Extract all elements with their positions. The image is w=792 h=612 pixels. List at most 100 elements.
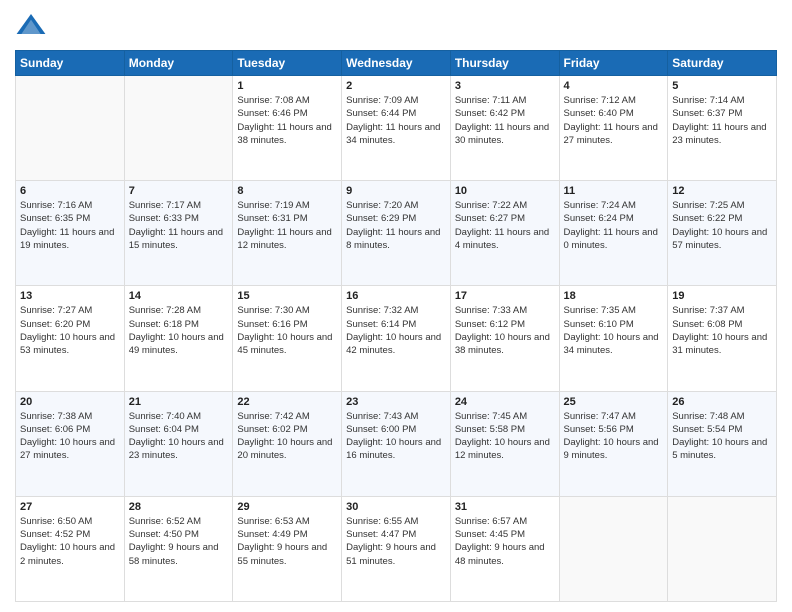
sunset-text: Sunset: 4:45 PM — [455, 529, 525, 540]
sunrise-text: Sunrise: 7:47 AM — [564, 411, 636, 422]
cell-content: Sunrise: 7:38 AM Sunset: 6:06 PM Daylight:… — [20, 410, 120, 463]
sunset-text: Sunset: 6:27 PM — [455, 213, 525, 224]
page: SundayMondayTuesdayWednesdayThursdayFrid… — [0, 0, 792, 612]
daylight-text: Daylight: 9 hours and 58 minutes. — [129, 542, 219, 566]
cell-content: Sunrise: 7:30 AMSunset: 6:16 PMDaylight:… — [237, 304, 337, 357]
cell-content: Sunrise: 7:22 AMSunset: 6:27 PMDaylight:… — [455, 199, 555, 252]
sunrise-text: Sunrise: 7:16 AM — [20, 200, 92, 211]
sunrise-text: Sunrise: 7:28 AM — [129, 305, 201, 316]
day-number: 3 — [455, 80, 555, 92]
sunset-text: Sunset: 6:12 PM — [455, 319, 525, 330]
day-number: 15 — [237, 290, 337, 302]
calendar-cell: 11Sunrise: 7:24 AMSunset: 6:24 PMDayligh… — [559, 181, 668, 286]
daylight-text: Daylight: 10 hours and 2 minutes. — [20, 542, 115, 566]
sunset-text: Sunset: 6:24 PM — [564, 213, 634, 224]
daylight-text: Daylight: 10 hours and 27 minutes. — [20, 437, 115, 461]
day-number: 29 — [237, 501, 337, 513]
sunrise-text: Sunrise: 6:50 AM — [20, 516, 92, 527]
daylight-text: Daylight: 11 hours and 15 minutes. — [129, 227, 223, 251]
sunset-text: Sunset: 5:54 PM — [672, 424, 742, 435]
sunset-text: Sunset: 5:58 PM — [455, 424, 525, 435]
sunset-text: Sunset: 6:37 PM — [672, 108, 742, 119]
daylight-text: Daylight: 10 hours and 20 minutes. — [237, 437, 332, 461]
day-number: 7 — [129, 185, 229, 197]
cell-content: Sunrise: 7:20 AM Sunset: 6:29 PM Daylight:… — [346, 199, 446, 252]
sunrise-text: Sunrise: 7:14 AM — [672, 95, 744, 106]
day-number: 19 — [672, 290, 772, 302]
sunrise-text: Sunrise: 7:43 AM — [346, 411, 418, 422]
sunrise-text: Sunrise: 7:42 AM — [237, 411, 309, 422]
calendar-cell: 16Sunrise: 7:32 AMSunset: 6:14 PMDayligh… — [342, 286, 451, 391]
sunset-text: Sunset: 6:00 PM — [346, 424, 416, 435]
calendar-cell — [668, 496, 777, 601]
sunset-text: Sunset: 6:33 PM — [129, 213, 199, 224]
sunrise-text: Sunrise: 7:20 AM — [346, 200, 418, 211]
sunrise-text: Sunrise: 6:52 AM — [129, 516, 201, 527]
day-number: 16 — [346, 290, 446, 302]
daylight-text: Daylight: 11 hours and 8 minutes. — [346, 227, 440, 251]
sunrise-text: Sunrise: 7:37 AM — [672, 305, 744, 316]
sunset-text: Sunset: 6:22 PM — [672, 213, 742, 224]
sunrise-text: Sunrise: 7:25 AM — [672, 200, 744, 211]
day-number: 14 — [129, 290, 229, 302]
sunset-text: Sunset: 6:06 PM — [20, 424, 90, 435]
sunset-text: Sunset: 4:47 PM — [346, 529, 416, 540]
day-number: 4 — [564, 80, 664, 92]
day-number: 2 — [346, 80, 446, 92]
cell-content: Sunrise: 7:48 AMSunset: 5:54 PMDaylight:… — [672, 410, 772, 463]
days-header-row: SundayMondayTuesdayWednesdayThursdayFrid… — [16, 51, 777, 76]
cell-content: Sunrise: 7:12 AMSunset: 6:40 PMDaylight:… — [564, 94, 664, 147]
daylight-text: Daylight: 10 hours and 9 minutes. — [564, 437, 659, 461]
sunset-text: Sunset: 6:29 PM — [346, 213, 416, 224]
calendar-cell: 17Sunrise: 7:33 AMSunset: 6:12 PMDayligh… — [450, 286, 559, 391]
day-number: 12 — [672, 185, 772, 197]
sunrise-text: Sunrise: 7:24 AM — [564, 200, 636, 211]
sunrise-text: Sunrise: 7:19 AM — [237, 200, 309, 211]
day-number: 11 — [564, 185, 664, 197]
calendar-cell: 10Sunrise: 7:22 AMSunset: 6:27 PMDayligh… — [450, 181, 559, 286]
cell-content: Sunrise: 7:37 AMSunset: 6:08 PMDaylight:… — [672, 304, 772, 357]
daylight-text: Daylight: 11 hours and 34 minutes. — [346, 122, 440, 146]
calendar-cell: 28Sunrise: 6:52 AMSunset: 4:50 PMDayligh… — [124, 496, 233, 601]
calendar-cell: 8Sunrise: 7:19 AMSunset: 6:31 PMDaylight… — [233, 181, 342, 286]
calendar-cell — [16, 76, 125, 181]
daylight-text: Daylight: 10 hours and 49 minutes. — [129, 332, 224, 356]
sunrise-text: Sunrise: 6:55 AM — [346, 516, 418, 527]
day-number: 9 — [346, 185, 446, 197]
sunrise-text: Sunrise: 7:45 AM — [455, 411, 527, 422]
day-number: 25 — [564, 396, 664, 408]
sunset-text: Sunset: 6:46 PM — [237, 108, 307, 119]
sunrise-text: Sunrise: 7:30 AM — [237, 305, 309, 316]
cell-content: Sunrise: 7:14 AMSunset: 6:37 PMDaylight:… — [672, 94, 772, 147]
sunrise-text: Sunrise: 7:38 AM — [20, 411, 92, 422]
daylight-text: Daylight: 10 hours and 34 minutes. — [564, 332, 659, 356]
sunset-text: Sunset: 6:20 PM — [20, 319, 90, 330]
day-header-wednesday: Wednesday — [342, 51, 451, 76]
cell-content: Sunrise: 6:53 AMSunset: 4:49 PMDaylight:… — [237, 515, 337, 568]
calendar-cell: 13Sunrise: 7:27 AMSunset: 6:20 PMDayligh… — [16, 286, 125, 391]
daylight-text: Daylight: 9 hours and 55 minutes. — [237, 542, 327, 566]
daylight-text: Daylight: 10 hours and 42 minutes. — [346, 332, 441, 356]
day-number: 5 — [672, 80, 772, 92]
day-number: 28 — [129, 501, 229, 513]
daylight-text: Daylight: 9 hours and 51 minutes. — [346, 542, 436, 566]
day-number: 30 — [346, 501, 446, 513]
calendar-cell — [124, 76, 233, 181]
calendar-cell: 9 Sunrise: 7:20 AM Sunset: 6:29 PM Daylight… — [342, 181, 451, 286]
sunrise-text: Sunrise: 7:35 AM — [564, 305, 636, 316]
calendar-cell: 24Sunrise: 7:45 AMSunset: 5:58 PMDayligh… — [450, 391, 559, 496]
day-number: 1 — [237, 80, 337, 92]
sunset-text: Sunset: 6:44 PM — [346, 108, 416, 119]
calendar-cell: 23Sunrise: 7:43 AMSunset: 6:00 PMDayligh… — [342, 391, 451, 496]
day-number: 21 — [129, 396, 229, 408]
sunset-text: Sunset: 6:40 PM — [564, 108, 634, 119]
calendar-cell: 19 Sunrise: 7:37 AMSunset: 6:08 PMDayligh… — [668, 286, 777, 391]
day-number: 6 — [20, 185, 120, 197]
sunrise-text: Sunrise: 6:53 AM — [237, 516, 309, 527]
daylight-text: Daylight: 10 hours and 38 minutes. — [455, 332, 550, 356]
daylight-text: Daylight: 10 hours and 5 minutes. — [672, 437, 767, 461]
cell-content: Sunrise: 7:45 AMSunset: 5:58 PMDaylight:… — [455, 410, 555, 463]
day-number: 20 — [20, 396, 120, 408]
cell-content: Sunrise: 7:35 AMSunset: 6:10 PMDaylight:… — [564, 304, 664, 357]
calendar-cell: 25Sunrise: 7:47 AMSunset: 5:56 PMDayligh… — [559, 391, 668, 496]
